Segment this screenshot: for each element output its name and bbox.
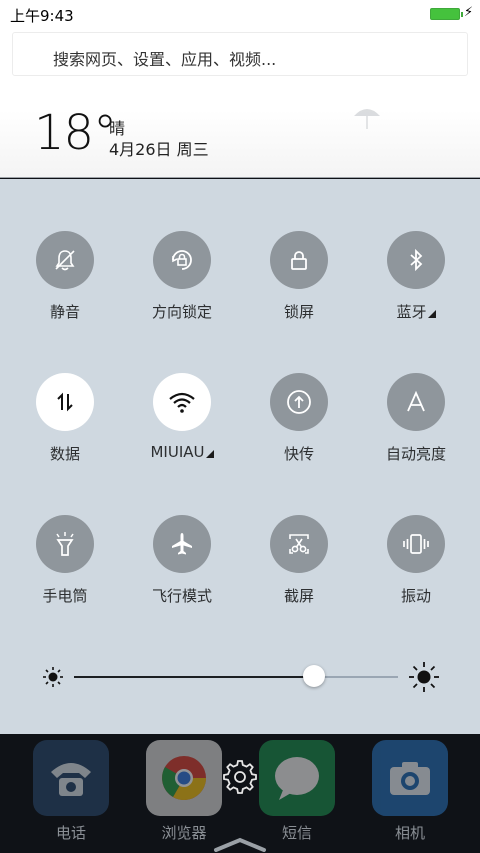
home-dock: 电话 浏览器 短信 相机: [0, 734, 480, 853]
status-time: 上午9:43: [10, 7, 74, 25]
weather-temperature[interactable]: 18°: [34, 108, 117, 158]
toggle-mobile-data[interactable]: 数据: [10, 373, 120, 473]
toggle-label-text: 蓝牙: [396, 303, 427, 321]
toggle-label: 振动: [400, 587, 431, 605]
status-bar: 上午9:43 ⚡: [0, 0, 480, 28]
bell-off-icon: [36, 231, 94, 289]
bluetooth-icon: [387, 231, 445, 289]
toggle-rotation-lock[interactable]: 方向锁定: [127, 231, 237, 331]
brightness-slider-fill: [74, 676, 314, 678]
toggle-label-text: MIUIAU: [150, 443, 205, 461]
toggle-label: 静音: [49, 303, 80, 321]
message-icon[interactable]: [259, 740, 335, 816]
gear-icon[interactable]: [223, 760, 257, 794]
data-arrows-icon: [36, 373, 94, 431]
airplane-icon: [153, 515, 211, 573]
scissors-icon: [270, 515, 328, 573]
quick-settings-panel: 静音 方向锁定 锁屏 蓝牙 数据 MIUIAU 快传 自动亮度 手电筒 飞行模式…: [0, 179, 480, 734]
upload-circle-icon: [270, 373, 328, 431]
toggle-auto-brightness[interactable]: 自动亮度: [361, 373, 471, 473]
brightness-slider[interactable]: [74, 665, 398, 687]
toggle-wifi[interactable]: MIUIAU: [127, 373, 237, 473]
brightness-low-icon: [43, 667, 63, 687]
brightness-high-icon: [409, 662, 439, 692]
toggle-lock-screen[interactable]: 锁屏: [244, 231, 354, 331]
toggle-quick-transfer[interactable]: 快传: [244, 373, 354, 473]
auto-brightness-icon: [387, 373, 445, 431]
chevron-up-icon[interactable]: [212, 836, 268, 852]
browser-icon[interactable]: [146, 740, 222, 816]
app-label: 电话: [55, 824, 86, 842]
toggle-vibrate[interactable]: 振动: [361, 515, 471, 615]
toggle-label: 自动亮度: [385, 445, 446, 463]
toggle-label: 飞行模式: [151, 587, 212, 605]
battery-icon: [430, 8, 463, 20]
toggle-label: MIUIAU: [117, 443, 247, 461]
toggle-label: 数据: [49, 445, 80, 463]
rotation-lock-icon: [153, 231, 211, 289]
toggle-flashlight[interactable]: 手电筒: [10, 515, 120, 615]
wifi-icon: [153, 373, 211, 431]
app-label: 相机: [394, 824, 425, 842]
toggle-label: 蓝牙: [351, 301, 480, 322]
brightness-slider-thumb[interactable]: [302, 665, 325, 687]
toggle-airplane[interactable]: 飞行模式: [127, 515, 237, 615]
toggle-label: 锁屏: [283, 303, 314, 321]
toggle-mute[interactable]: 静音: [10, 231, 120, 331]
charging-icon: ⚡: [464, 5, 474, 20]
expand-corner-icon: [427, 310, 436, 318]
toggle-screenshot[interactable]: 截屏: [244, 515, 354, 615]
lock-icon: [270, 231, 328, 289]
expand-corner-icon: [205, 450, 214, 458]
toggle-bluetooth[interactable]: 蓝牙: [361, 231, 471, 331]
weather-date: 4月26日 周三: [109, 140, 209, 159]
phone-icon[interactable]: [33, 740, 109, 816]
toggle-label: 方向锁定: [151, 303, 212, 321]
flashlight-icon: [36, 515, 94, 573]
umbrella-icon: [354, 109, 380, 129]
notification-header: 搜索网页、设置、应用、视频... 18° 晴 4月26日 周三: [0, 28, 480, 178]
toggle-label: 快传: [283, 445, 314, 463]
vibrate-icon: [387, 515, 445, 573]
search-placeholder: 搜索网页、设置、应用、视频...: [53, 50, 277, 69]
camera-icon[interactable]: [372, 740, 448, 816]
search-bar[interactable]: 搜索网页、设置、应用、视频...: [12, 32, 468, 76]
toggle-label: 截屏: [283, 587, 314, 605]
toggle-label: 手电筒: [42, 587, 88, 605]
